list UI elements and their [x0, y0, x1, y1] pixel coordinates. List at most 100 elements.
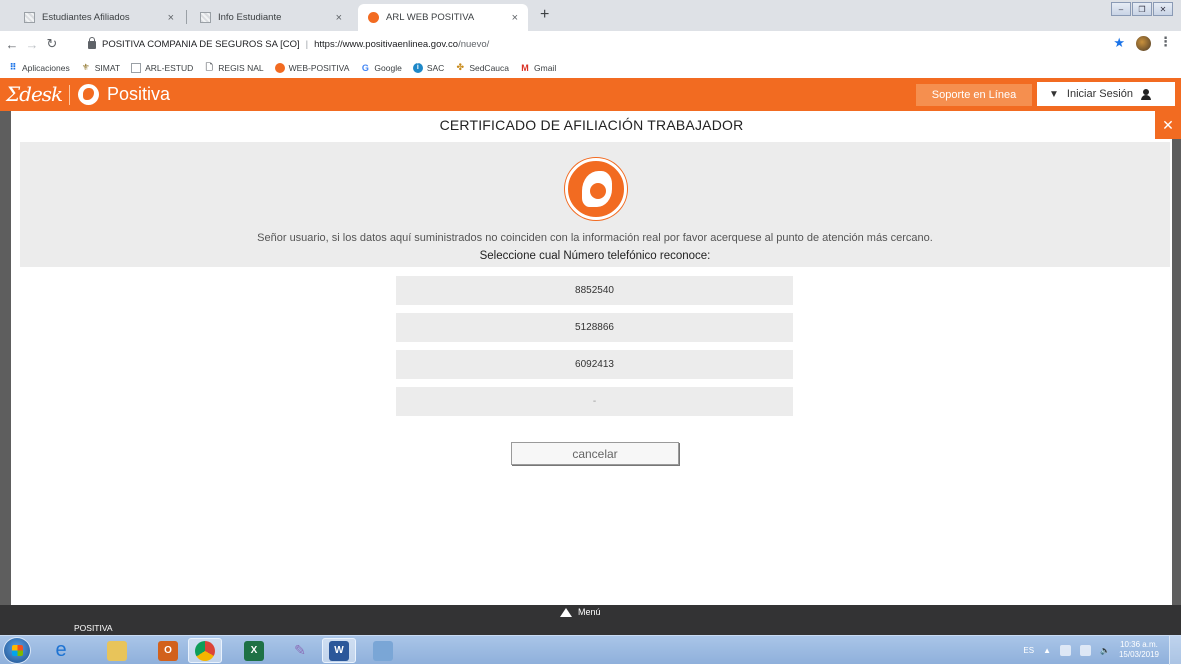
bookmark-aplicaciones[interactable]: ⠿ Aplicaciones	[8, 62, 70, 73]
bookmark-sedcauca[interactable]: ✤ SedCauca	[455, 62, 510, 73]
language-indicator[interactable]: ES	[1023, 646, 1034, 655]
bookmark-arl-estud[interactable]: ARL-ESTUD	[131, 62, 194, 73]
page-favicon-icon	[200, 12, 211, 23]
profile-avatar[interactable]	[1136, 36, 1151, 51]
bookmark-star-icon[interactable]: ★	[1113, 35, 1125, 51]
bookmarks-bar: ⠿ Aplicaciones ⚜ SIMAT ARL-ESTUD 🗋 REGIS NA…	[0, 57, 1181, 78]
phone-option[interactable]: 6092413	[396, 350, 793, 379]
menu-label: Menú	[578, 607, 601, 617]
bookmark-sac[interactable]: i SAC	[412, 62, 445, 73]
word-icon: W	[329, 640, 349, 661]
bookmark-label: Gmail	[534, 62, 557, 73]
bookmark-label: Aplicaciones	[22, 62, 70, 73]
url-field[interactable]: POSITIVA COMPANIA DE SEGUROS SA [CO] | h…	[88, 35, 489, 54]
page-icon	[131, 62, 142, 73]
tab-label: Estudiantes Afiliados	[42, 12, 130, 23]
back-arrow-icon[interactable]: ←	[4, 37, 20, 52]
desk-logo[interactable]: Σdesk	[6, 82, 63, 106]
new-tab-icon[interactable]: +	[540, 6, 549, 24]
tab-estudiantes-afiliados[interactable]: Estudiantes Afiliados ×	[14, 4, 184, 31]
window-app-icon	[373, 640, 393, 661]
taskbar-word[interactable]: W	[322, 638, 356, 663]
user-icon	[1140, 88, 1151, 100]
outlook-icon: O	[158, 640, 178, 661]
forward-arrow-icon[interactable]: →	[24, 37, 40, 52]
page-favicon-icon	[24, 12, 35, 23]
sedcauca-icon: ✤	[456, 62, 465, 72]
bookmark-label: Google	[374, 62, 402, 73]
minimize-icon[interactable]: –	[1111, 2, 1131, 16]
bookmark-web-positiva[interactable]: WEB-POSITIVA	[274, 62, 350, 73]
taskbar-generic-app[interactable]	[366, 638, 400, 663]
overlay-left-rail	[0, 111, 11, 605]
clock-date: 15/03/2019	[1118, 650, 1159, 659]
bookmark-label: SAC	[426, 62, 445, 73]
volume-icon[interactable]: 🔈	[1100, 646, 1110, 655]
close-tab-icon[interactable]: ×	[512, 12, 518, 24]
bookmark-regis-nal[interactable]: 🗋 REGIS NAL	[204, 62, 264, 73]
overlay-right-rail	[1172, 111, 1181, 605]
show-hidden-icons-icon[interactable]: ▲	[1043, 646, 1051, 655]
tab-info-estudiante[interactable]: Info Estudiante ×	[190, 4, 352, 31]
cancel-button[interactable]: cancelar	[511, 442, 679, 465]
bookmark-gmail[interactable]: M Gmail	[520, 63, 556, 73]
phone-option[interactable]: 5128866	[396, 313, 793, 342]
show-desktop-button[interactable]	[1169, 636, 1181, 665]
restore-icon[interactable]: ❐	[1132, 2, 1152, 16]
phone-option[interactable]: 8852540	[396, 276, 793, 305]
positiva-emblem-icon	[565, 158, 627, 220]
support-online-button[interactable]: Soporte en Línea	[916, 84, 1032, 106]
url-separator: |	[305, 39, 309, 50]
network-icon[interactable]	[1079, 644, 1091, 656]
windows-start-icon[interactable]	[3, 637, 31, 664]
taskbar-chrome[interactable]	[188, 638, 222, 663]
address-toolbar: ← → ↻ POSITIVA COMPANIA DE SEGUROS SA [C…	[0, 31, 1181, 57]
close-modal-button[interactable]: ✕	[1155, 111, 1181, 139]
bookmark-label: WEB-POSITIVA	[288, 62, 350, 73]
browser-menu-icon[interactable]: ⋮	[1159, 34, 1172, 50]
taskbar-paint[interactable]: ✎	[283, 638, 317, 663]
browser-tab-strip: Estudiantes Afiliados × Info Estudiante …	[0, 0, 1181, 31]
site-header: Σdesk Positiva Soporte en Línea ▼ Inicia…	[0, 78, 1181, 111]
close-window-icon[interactable]: ✕	[1153, 2, 1173, 16]
footer-brand: POSITIVA	[74, 623, 113, 633]
paint-palette-icon: ✎	[294, 642, 306, 658]
action-center-icon[interactable]	[1059, 644, 1071, 656]
logo-divider	[69, 85, 70, 105]
reload-icon[interactable]: ↻	[44, 36, 60, 52]
chrome-icon	[195, 640, 215, 661]
tab-label: Info Estudiante	[218, 12, 282, 23]
site-identity: POSITIVA COMPANIA DE SEGUROS SA [CO]	[102, 39, 300, 50]
shield-emblem-icon: ⚜	[81, 62, 90, 72]
bookmark-label: ARL-ESTUD	[145, 62, 194, 73]
taskbar-excel[interactable]: X	[237, 638, 271, 663]
phone-option[interactable]: -	[396, 387, 793, 416]
brand-name: Positiva	[107, 84, 171, 104]
bookmark-label: SedCauca	[469, 62, 510, 73]
gmail-icon: M	[521, 62, 529, 73]
tab-arl-web-positiva[interactable]: ARL WEB POSITIVA ×	[358, 4, 528, 31]
phone-prompt: Seleccione cual Número telefónico recono…	[479, 250, 711, 262]
footer-bar: Menú POSITIVA	[0, 605, 1181, 635]
close-tab-icon[interactable]: ×	[168, 12, 174, 24]
triangle-up-icon	[560, 607, 572, 617]
bookmark-simat[interactable]: ⚜ SIMAT	[81, 62, 120, 73]
positiva-logo-icon	[78, 84, 99, 105]
url-path: /nuevo/	[458, 39, 490, 50]
close-tab-icon[interactable]: ×	[336, 12, 342, 24]
login-label: Iniciar Sesión	[1066, 88, 1133, 100]
caret-down-icon: ▼	[1049, 88, 1059, 100]
taskbar-internet-explorer[interactable]: e	[44, 638, 78, 663]
taskbar-file-explorer[interactable]	[100, 638, 134, 663]
windows-taskbar: e O X ✎ W ES ▲ 🔈 10:36 a.m. 15/03/2019	[0, 635, 1181, 665]
positiva-favicon-icon	[368, 12, 379, 23]
login-dropdown[interactable]: ▼ Iniciar Sesión	[1037, 82, 1175, 106]
menu-toggle[interactable]: Menú	[560, 607, 601, 617]
tab-divider	[186, 10, 187, 24]
info-panel: Señor usuario, si los datos aquí suminis…	[20, 142, 1170, 267]
window-controls: – ❐ ✕	[1111, 2, 1173, 16]
folder-icon	[107, 640, 127, 661]
system-clock[interactable]: 10:36 a.m. 15/03/2019	[1119, 640, 1159, 660]
bookmark-google[interactable]: G Google	[360, 62, 402, 73]
taskbar-outlook[interactable]: O	[151, 638, 185, 663]
